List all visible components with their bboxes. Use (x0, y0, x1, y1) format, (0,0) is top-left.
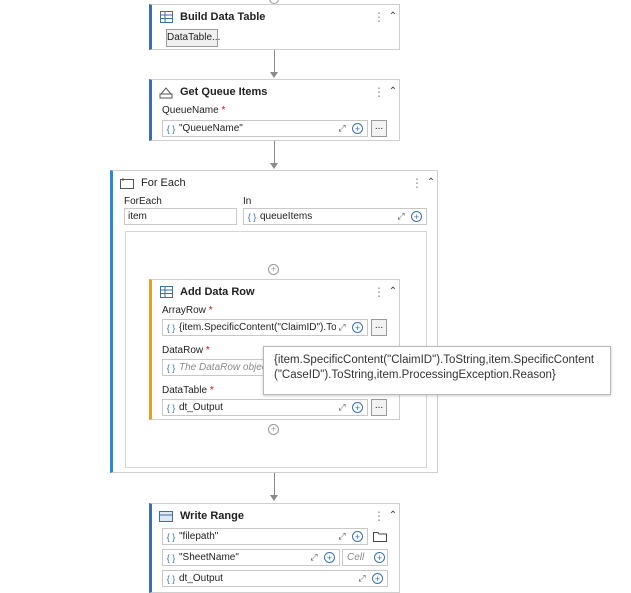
datatable-button[interactable]: DataTable... (166, 29, 220, 47)
collapse-icon[interactable]: ⌃ (386, 285, 400, 299)
more-options-icon[interactable]: ⋮ (373, 85, 385, 99)
expression-icon: { } (247, 211, 257, 222)
expression-icon: { } (166, 362, 176, 373)
data-table-dots-button[interactable]: ... (371, 399, 387, 416)
in-label: In (243, 196, 252, 207)
collapse-icon[interactable]: ⌃ (386, 509, 400, 523)
in-collection-field[interactable]: { } queueItems ⤢ + (243, 208, 427, 225)
connector-line (274, 141, 275, 165)
data-row-label: DataRow * (162, 345, 210, 356)
queue-name-field[interactable]: { } "QueueName" ⤢ + (162, 120, 368, 137)
expand-icon[interactable]: ⤢ (336, 123, 348, 134)
expand-icon[interactable]: ⤢ (308, 552, 320, 563)
write-range-activity[interactable]: Write Range ⋮ ⌃ { } "filepath" ⤢ + { } "… (149, 503, 400, 593)
connector-arrow (270, 163, 278, 169)
expand-icon[interactable]: ⤢ (336, 322, 348, 333)
data-table-field[interactable]: { } dt_Output ⤢ + (162, 570, 388, 587)
folder-icon[interactable] (373, 531, 387, 542)
activity-title: For Each (141, 177, 186, 189)
collapse-icon[interactable]: ⌃ (386, 85, 400, 99)
plus-icon[interactable]: + (372, 573, 383, 584)
plus-icon[interactable]: + (352, 123, 363, 134)
queue-name-dots-button[interactable]: ... (371, 120, 387, 137)
tooltip-line-2: ("CaseID").ToString,item.ProcessingExcep… (274, 369, 556, 381)
get-queue-items-activity[interactable]: Get Queue Items ⋮ ⌃ QueueName * { } "Que… (149, 79, 400, 141)
more-options-icon[interactable]: ⋮ (411, 176, 423, 190)
more-options-icon[interactable]: ⋮ (373, 509, 385, 523)
plus-icon[interactable]: + (352, 402, 363, 413)
expand-icon[interactable]: ⤢ (395, 211, 407, 222)
tooltip-line-1: {item.SpecificContent("ClaimID").ToStrin… (274, 354, 595, 366)
add-activity-icon[interactable]: + (268, 264, 279, 275)
activity-title: Build Data Table (180, 11, 266, 23)
more-options-icon[interactable]: ⋮ (373, 10, 385, 24)
plus-icon[interactable]: + (352, 531, 363, 542)
expand-icon[interactable]: ⤢ (356, 573, 368, 584)
workbook-path-field[interactable]: { } "filepath" ⤢ + (162, 528, 368, 545)
expression-icon: { } (166, 402, 176, 413)
excel-range-icon (158, 508, 174, 524)
plus-icon[interactable]: + (324, 552, 335, 563)
collapse-icon[interactable]: ⌃ (424, 176, 438, 190)
connector-line (274, 50, 275, 74)
table-icon (158, 284, 174, 300)
data-table-field[interactable]: { } dt_Output ⤢ + (162, 399, 368, 416)
activity-title: Write Range (180, 510, 244, 522)
expression-tooltip: {item.SpecificContent("ClaimID").ToStrin… (263, 346, 611, 395)
plus-icon[interactable]: + (352, 322, 363, 333)
collapse-icon[interactable]: ⌃ (386, 10, 400, 24)
cell-field[interactable]: Cell + (342, 549, 388, 566)
foreach-label: ForEach (124, 196, 162, 207)
activity-title: Get Queue Items (180, 86, 268, 98)
queue-name-label: QueueName * (162, 105, 226, 116)
array-row-label: ArrayRow * (162, 305, 213, 316)
sheet-name-field[interactable]: { } "SheetName" ⤢ + (162, 549, 340, 566)
array-row-dots-button[interactable]: ... (371, 319, 387, 336)
expand-icon[interactable]: ⤢ (336, 402, 348, 413)
add-activity-icon[interactable]: + (268, 424, 279, 435)
connector-arrow (270, 495, 278, 501)
loop-icon (119, 175, 135, 191)
foreach-variable-input[interactable]: item (124, 208, 237, 225)
expression-icon: { } (166, 573, 176, 584)
queue-icon (158, 84, 174, 100)
connector-arrow (270, 72, 278, 78)
expression-icon: { } (166, 531, 176, 542)
activity-title: Add Data Row (180, 286, 255, 298)
table-icon (158, 9, 174, 25)
connector-line (274, 473, 275, 497)
expression-icon: { } (166, 322, 176, 333)
more-options-icon[interactable]: ⋮ (373, 285, 385, 299)
expression-icon: { } (166, 123, 176, 134)
expression-icon: { } (166, 552, 176, 563)
expand-icon[interactable]: ⤢ (336, 531, 348, 542)
plus-icon[interactable]: + (374, 552, 385, 563)
build-data-table-activity[interactable]: Build Data Table ⋮ ⌃ DataTable... (149, 4, 400, 50)
data-table-label: DataTable * (162, 385, 214, 396)
array-row-field[interactable]: { } {item.SpecificContent("ClaimID").ToS… (162, 319, 368, 336)
plus-icon[interactable]: + (411, 211, 422, 222)
